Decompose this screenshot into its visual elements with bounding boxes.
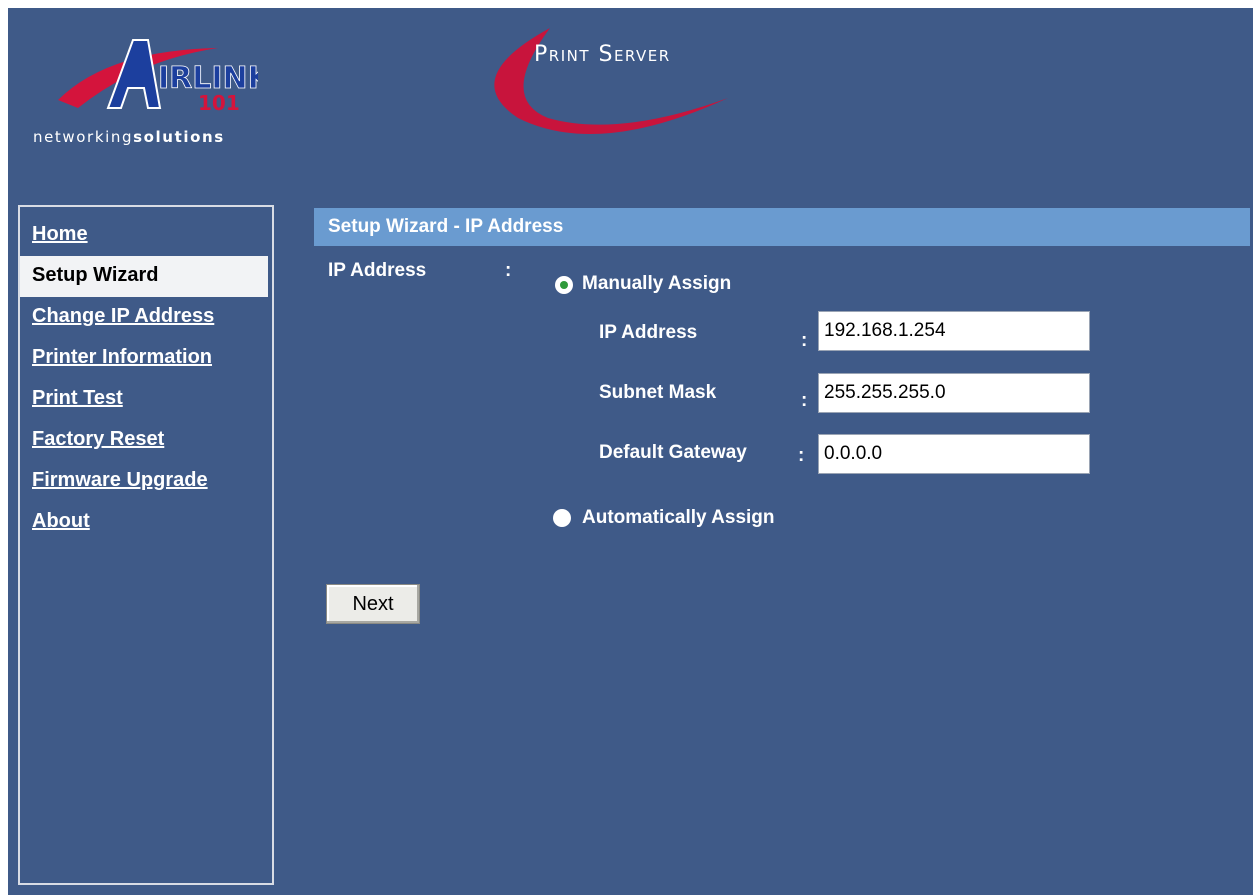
product-title: Print Server <box>534 42 671 67</box>
subnet-field-label: Subnet Mask <box>599 382 717 403</box>
airlink-logo-graphic: IRLINK 101 <box>58 39 258 115</box>
logo-tagline: networkingsolutions <box>33 128 225 146</box>
manual-assign-label[interactable]: Manually Assign <box>582 273 731 295</box>
subnet-mask-input[interactable] <box>818 373 1090 413</box>
ip-address-mode-colon: : <box>505 260 512 281</box>
gateway-field-label: Default Gateway <box>599 442 747 463</box>
auto-assign-radio[interactable] <box>553 509 571 527</box>
ip-field-colon: : <box>801 330 808 351</box>
airlink-logo: IRLINK 101 networkingsolutions <box>8 8 308 178</box>
sidebar-item-print-test[interactable]: Print Test <box>20 379 272 420</box>
section-title: Setup Wizard - IP Address <box>314 208 1250 246</box>
sidebar-item-printer-information[interactable]: Printer Information <box>20 338 272 379</box>
ip-address-input[interactable] <box>818 311 1090 351</box>
sidebar-item-home[interactable]: Home <box>20 215 272 256</box>
sidebar: Home Setup Wizard Change IP Address Prin… <box>18 205 274 885</box>
tagline-light: networking <box>33 128 134 146</box>
auto-assign-label[interactable]: Automatically Assign <box>582 507 775 529</box>
manual-assign-radio[interactable] <box>555 276 573 294</box>
default-gateway-input[interactable] <box>818 434 1090 474</box>
svg-text:101: 101 <box>198 91 240 115</box>
subnet-field-colon: : <box>801 390 808 411</box>
sidebar-item-change-ip-address[interactable]: Change IP Address <box>20 297 272 338</box>
print-server-swoosh <box>494 28 728 134</box>
tagline-bold: solutions <box>133 128 225 146</box>
sidebar-item-setup-wizard[interactable]: Setup Wizard <box>20 256 268 297</box>
sidebar-item-firmware-upgrade[interactable]: Firmware Upgrade <box>20 461 272 502</box>
sidebar-nav: Home Setup Wizard Change IP Address Prin… <box>20 207 272 543</box>
sidebar-item-about[interactable]: About <box>20 502 272 543</box>
ip-address-mode-label: IP Address <box>328 260 427 281</box>
next-button[interactable]: Next <box>326 584 420 624</box>
page-frame: IRLINK 101 networkingsolutions Print Ser… <box>8 8 1253 895</box>
ip-field-label: IP Address <box>599 322 698 343</box>
sidebar-item-factory-reset[interactable]: Factory Reset <box>20 420 272 461</box>
gateway-field-colon: : <box>798 445 805 466</box>
